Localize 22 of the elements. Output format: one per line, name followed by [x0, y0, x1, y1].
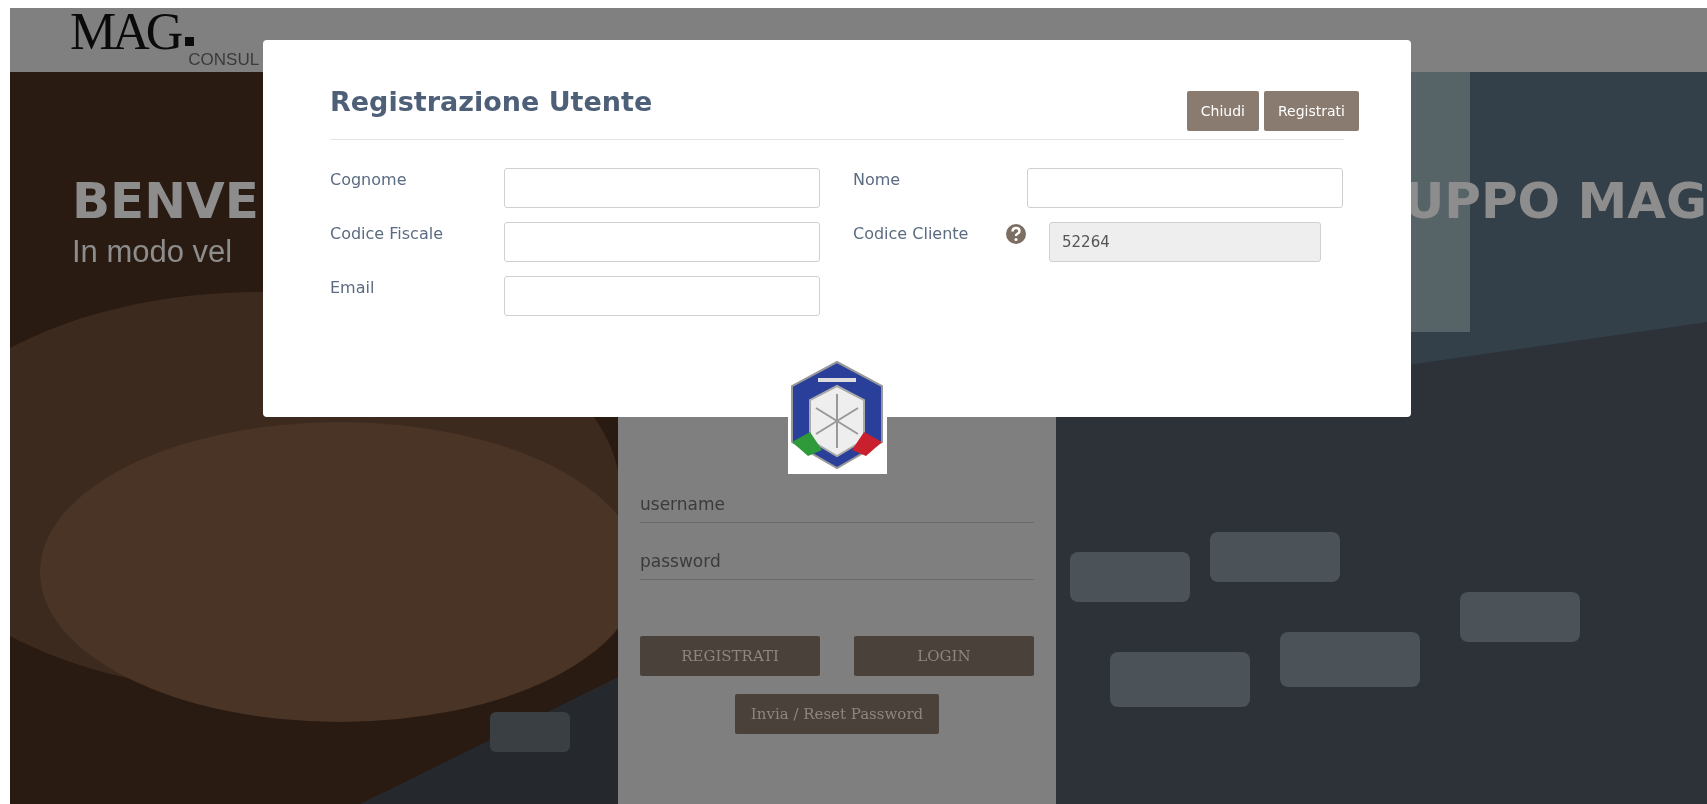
register-button[interactable]: Registrati — [1264, 91, 1359, 131]
field-label: Codice Fiscale — [330, 223, 444, 243]
register-button[interactable]: REGISTRATI — [640, 636, 820, 676]
text-field[interactable] — [504, 168, 820, 208]
text-field[interactable] — [1027, 168, 1343, 208]
field-label: Cognome — [330, 169, 408, 189]
dialog-title: Registrazione Utente — [330, 86, 653, 117]
welcome-heading: BENVE — [72, 172, 259, 230]
logo-subtitle: CONSUL — [188, 50, 260, 70]
welcome-heading: UPPO MAG — [1403, 172, 1707, 230]
text-field[interactable] — [504, 276, 820, 316]
username-field[interactable]: username — [640, 486, 1034, 523]
password-field[interactable]: password — [640, 543, 1034, 580]
close-button[interactable]: Chiudi — [1186, 91, 1259, 131]
company-logo: MAG — [70, 6, 180, 58]
field-label: Email — [330, 277, 376, 297]
text-field[interactable] — [504, 222, 820, 262]
field-label: Codice Cliente — [853, 223, 970, 243]
reset-password-button[interactable]: Invia / Reset Password — [735, 694, 939, 734]
welcome-subtitle: In modo vel — [72, 234, 233, 270]
field-label: Nome — [853, 169, 902, 189]
login-button[interactable]: LOGIN — [854, 636, 1034, 676]
